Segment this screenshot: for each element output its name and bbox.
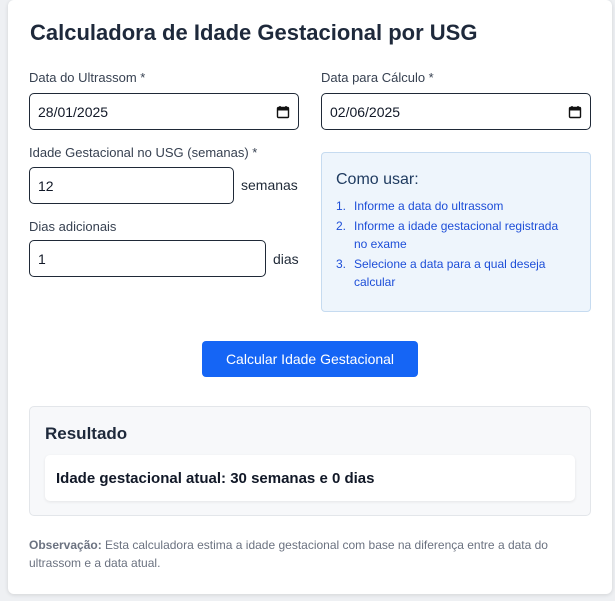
ga-weeks-input[interactable]: 12 — [29, 167, 234, 204]
result-title: Resultado — [45, 424, 128, 443]
ultrasound-date-input[interactable]: 28/01/2025 — [29, 93, 299, 130]
footnote-label: Observação: — [29, 538, 102, 552]
footnote: Observação: Esta calculadora estima a id… — [29, 536, 589, 572]
step-number: 2. — [336, 219, 347, 233]
ga-weeks-value: 12 — [38, 177, 54, 194]
calc-date-value: 02/06/2025 — [330, 103, 401, 120]
extra-days-input[interactable]: 1 — [29, 240, 266, 277]
calculate-button[interactable]: Calcular Idade Gestacional — [202, 341, 418, 377]
ga-weeks-label: Idade Gestacional no USG (semanas) * — [29, 145, 258, 160]
ultrasound-date-value: 28/01/2025 — [38, 103, 109, 120]
step-number: 3. — [336, 257, 347, 271]
step-text: Selecione a data para a qual deseja calc… — [354, 257, 546, 289]
result-text: Idade gestacional atual: 30 semanas e 0 … — [56, 469, 375, 487]
result-box: Idade gestacional atual: 30 semanas e 0 … — [45, 455, 575, 501]
result-panel: Resultado Idade gestacional atual: 30 se… — [29, 406, 591, 516]
how-to-use-steps: 1. Informe a data do ultrassom 2. Inform… — [336, 197, 574, 291]
list-item: 3. Selecione a data para a qual deseja c… — [336, 255, 574, 291]
calc-date-input[interactable]: 02/06/2025 — [321, 93, 591, 130]
extra-days-value: 1 — [38, 250, 46, 267]
ga-weeks-suffix: semanas — [241, 177, 298, 193]
calendar-icon[interactable] — [568, 105, 582, 119]
step-number: 1. — [336, 199, 347, 213]
how-to-use-panel: Como usar: 1. Informe a data do ultrasso… — [321, 152, 591, 312]
extra-days-suffix: dias — [273, 251, 299, 267]
step-text: Informe a data do ultrassom — [354, 199, 504, 213]
how-to-use-title: Como usar: — [336, 171, 419, 188]
calendar-icon[interactable] — [276, 105, 290, 119]
list-item: 1. Informe a data do ultrassom — [336, 197, 574, 215]
step-text: Informe a idade gestacional registrada n… — [354, 219, 559, 251]
list-item: 2. Informe a idade gestacional registrad… — [336, 217, 574, 253]
calc-date-label: Data para Cálculo * — [321, 70, 434, 85]
footnote-text: Esta calculadora estima a idade gestacio… — [29, 538, 548, 570]
page-title: Calculadora de Idade Gestacional por USG — [30, 20, 478, 45]
calculator-card: Calculadora de Idade Gestacional por USG… — [8, 0, 612, 594]
ultrasound-date-label: Data do Ultrassom * — [29, 70, 146, 85]
extra-days-label: Dias adicionais — [29, 219, 117, 234]
